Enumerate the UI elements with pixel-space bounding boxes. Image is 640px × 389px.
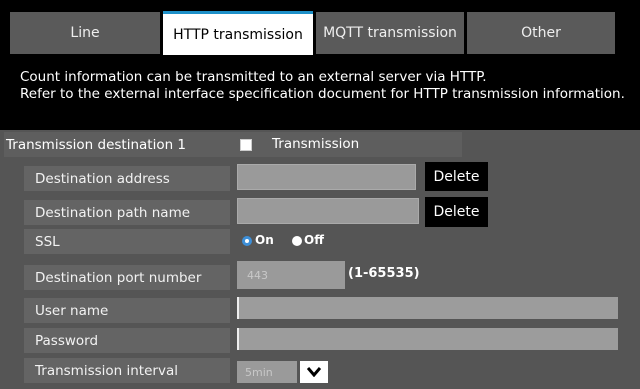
password-label: Password [24, 328, 230, 353]
tab-label: MQTT transmission [323, 25, 457, 41]
tab-other[interactable]: Other [467, 12, 615, 54]
destination-address-label: Destination address [24, 166, 230, 191]
tab-bar: Line HTTP transmission MQTT transmission… [0, 0, 640, 55]
port-input[interactable]: 443 [237, 261, 345, 289]
ssl-off-label: Off [304, 233, 324, 247]
description-line-2: Refer to the external interface specific… [20, 86, 625, 102]
transmission-interval-select[interactable]: 5min [237, 361, 297, 383]
transmission-checkbox-label: Transmission [272, 136, 360, 152]
password-input[interactable] [237, 328, 618, 350]
transmission-interval-dropdown-button[interactable] [300, 361, 328, 383]
chevron-down-icon [307, 367, 321, 377]
destination-address-delete-button[interactable]: Delete [425, 162, 488, 191]
ssl-off-radio[interactable] [292, 236, 302, 246]
user-name-label: User name [24, 298, 230, 323]
user-name-input[interactable] [237, 297, 618, 319]
tab-mqtt-transmission[interactable]: MQTT transmission [316, 12, 464, 54]
section-title: Transmission destination 1 [4, 132, 210, 157]
destination-path-input[interactable] [237, 198, 419, 224]
ssl-on-radio[interactable] [242, 236, 252, 246]
destination-address-input[interactable] [237, 164, 416, 190]
transmission-interval-label: Transmission interval [24, 358, 230, 383]
tab-line[interactable]: Line [10, 12, 160, 54]
tab-label: Line [70, 25, 100, 41]
description-line-1: Count information can be transmitted to … [20, 69, 487, 85]
transmission-checkbox[interactable] [240, 139, 252, 151]
port-label: Destination port number [24, 265, 230, 290]
port-range-hint: (1-65535) [348, 266, 420, 281]
destination-path-delete-button[interactable]: Delete [425, 197, 488, 227]
tab-http-transmission[interactable]: HTTP transmission [163, 11, 313, 55]
tab-label: HTTP transmission [173, 26, 303, 43]
description-panel: Count information can be transmitted to … [0, 55, 640, 127]
ssl-on-label: On [255, 233, 274, 247]
ssl-label: SSL [24, 229, 230, 254]
tab-label: Other [521, 25, 561, 41]
destination-path-label: Destination path name [24, 200, 230, 225]
